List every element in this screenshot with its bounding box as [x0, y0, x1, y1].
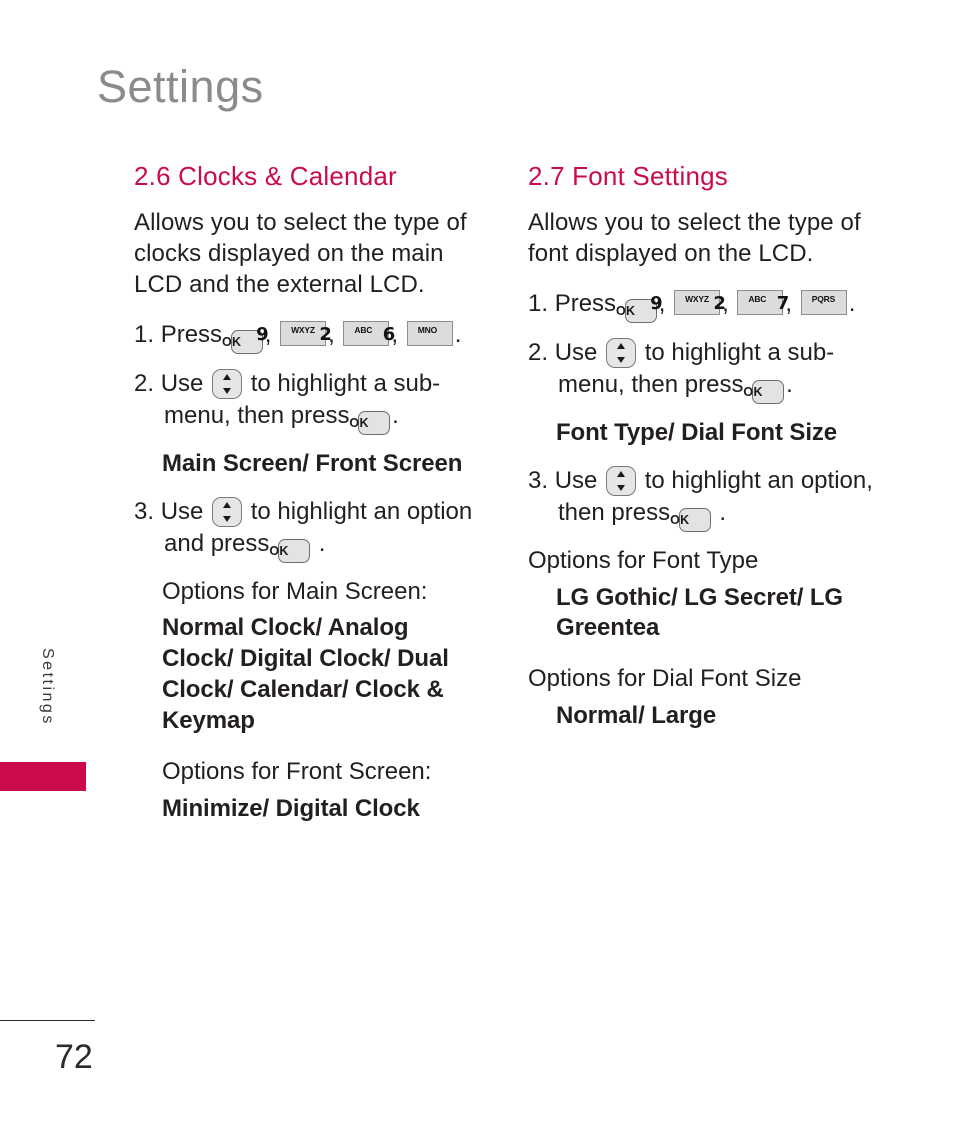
options-dial-font-size-values: Normal/ Large — [556, 702, 717, 730]
section-heading-font-settings: 2.7 Font Settings — [528, 161, 728, 191]
step-1-left: 1. Press OK, 9WXYZ, 2ABC, 6MNO. — [134, 319, 486, 354]
nav-up-arrow-icon — [617, 342, 626, 349]
ok-key-icon: OK — [743, 379, 785, 404]
ok-key-icon: OK — [269, 538, 311, 563]
nav-up-arrow-icon — [223, 373, 232, 380]
step-3-left-label: Use — [160, 497, 204, 525]
section-heading-clocks-calendar: 2.6 Clocks & Calendar — [134, 161, 397, 191]
chapter-side-tab-marker — [0, 762, 86, 791]
nav-down-arrow-icon — [617, 484, 626, 491]
step-3-right: 3. Use to highlight an option, then pres… — [528, 465, 880, 532]
step-3-left-period: . — [318, 529, 326, 557]
step-3-right-period: . — [719, 498, 727, 526]
navigation-key-icon — [212, 496, 243, 527]
step-3-right-number: 3. — [528, 466, 549, 494]
ok-key-icon: OK — [349, 410, 391, 435]
step-3-left-number: 3. — [134, 497, 155, 525]
ok-key-icon: OK — [670, 507, 711, 532]
section-intro-clocks-calendar: Allows you to select the type of clocks … — [134, 208, 467, 298]
options-front-screen-label: Options for Front Screen: — [162, 758, 432, 786]
step-1-left-period: . — [454, 320, 462, 348]
chapter-side-tab-label: Settings — [39, 648, 56, 726]
step-2-left-number: 2. — [134, 369, 155, 397]
step-2-left-period: . — [392, 401, 399, 429]
nav-down-arrow-icon — [223, 515, 232, 522]
step-3-left: 3. Use to highlight an option and press … — [134, 496, 486, 563]
options-main-screen-label: Options for Main Screen: — [162, 577, 428, 605]
step-1-right-label: Press — [554, 289, 617, 317]
step-3-right-label: Use — [554, 466, 598, 494]
step-1-right-number: 1. — [528, 289, 549, 317]
step-1-right-period: . — [848, 289, 856, 317]
options-main-screen-values: Normal Clock/ Analog Clock/ Digital Cloc… — [162, 614, 449, 735]
submenu-options-left: Main Screen/ Front Screen — [162, 449, 463, 477]
options-font-type-values: LG Gothic/ LG Secret/ LG Greentea — [556, 583, 843, 642]
nav-up-arrow-icon — [617, 470, 626, 477]
step-1-left-label: Press — [160, 320, 223, 348]
nav-down-arrow-icon — [617, 356, 626, 363]
section-intro-font-settings: Allows you to select the type of font di… — [528, 208, 861, 267]
step-2-left: 2. Use to highlight a sub-menu, then pre… — [134, 368, 486, 435]
right-column: 2.7 Font Settings Allows you to select t… — [528, 161, 880, 748]
nav-down-arrow-icon — [223, 387, 232, 394]
footer-divider — [0, 1020, 95, 1021]
page-number: 72 — [55, 1038, 93, 1076]
step-2-right-label: Use — [554, 338, 598, 366]
page-title: Settings — [97, 61, 264, 112]
step-2-right: 2. Use to highlight a sub-menu, then pre… — [528, 337, 880, 404]
nav-up-arrow-icon — [223, 501, 232, 508]
chapter-side-tab: Settings — [0, 630, 86, 830]
navigation-key-icon — [606, 465, 637, 496]
navigation-key-icon — [212, 368, 243, 399]
step-2-left-label: Use — [160, 369, 204, 397]
step-1-left-number: 1. — [134, 320, 155, 348]
navigation-key-icon — [606, 337, 637, 368]
step-2-right-period: . — [786, 370, 793, 398]
six-mno-key-icon: 6MNO — [383, 320, 453, 346]
submenu-options-right: Font Type/ Dial Font Size — [556, 418, 838, 446]
options-dial-font-size-label: Options for Dial Font Size — [528, 665, 802, 693]
left-column: 2.6 Clocks & Calendar Allows you to sele… — [134, 161, 486, 841]
options-front-screen-values: Minimize/ Digital Clock — [162, 795, 420, 823]
options-font-type-label: Options for Font Type — [528, 546, 759, 574]
step-2-right-number: 2. — [528, 338, 549, 366]
step-1-right: 1. Press OK, 9WXYZ, 2ABC, 7PQRS. — [528, 288, 880, 323]
seven-pqrs-key-icon: 7PQRS — [777, 289, 847, 315]
